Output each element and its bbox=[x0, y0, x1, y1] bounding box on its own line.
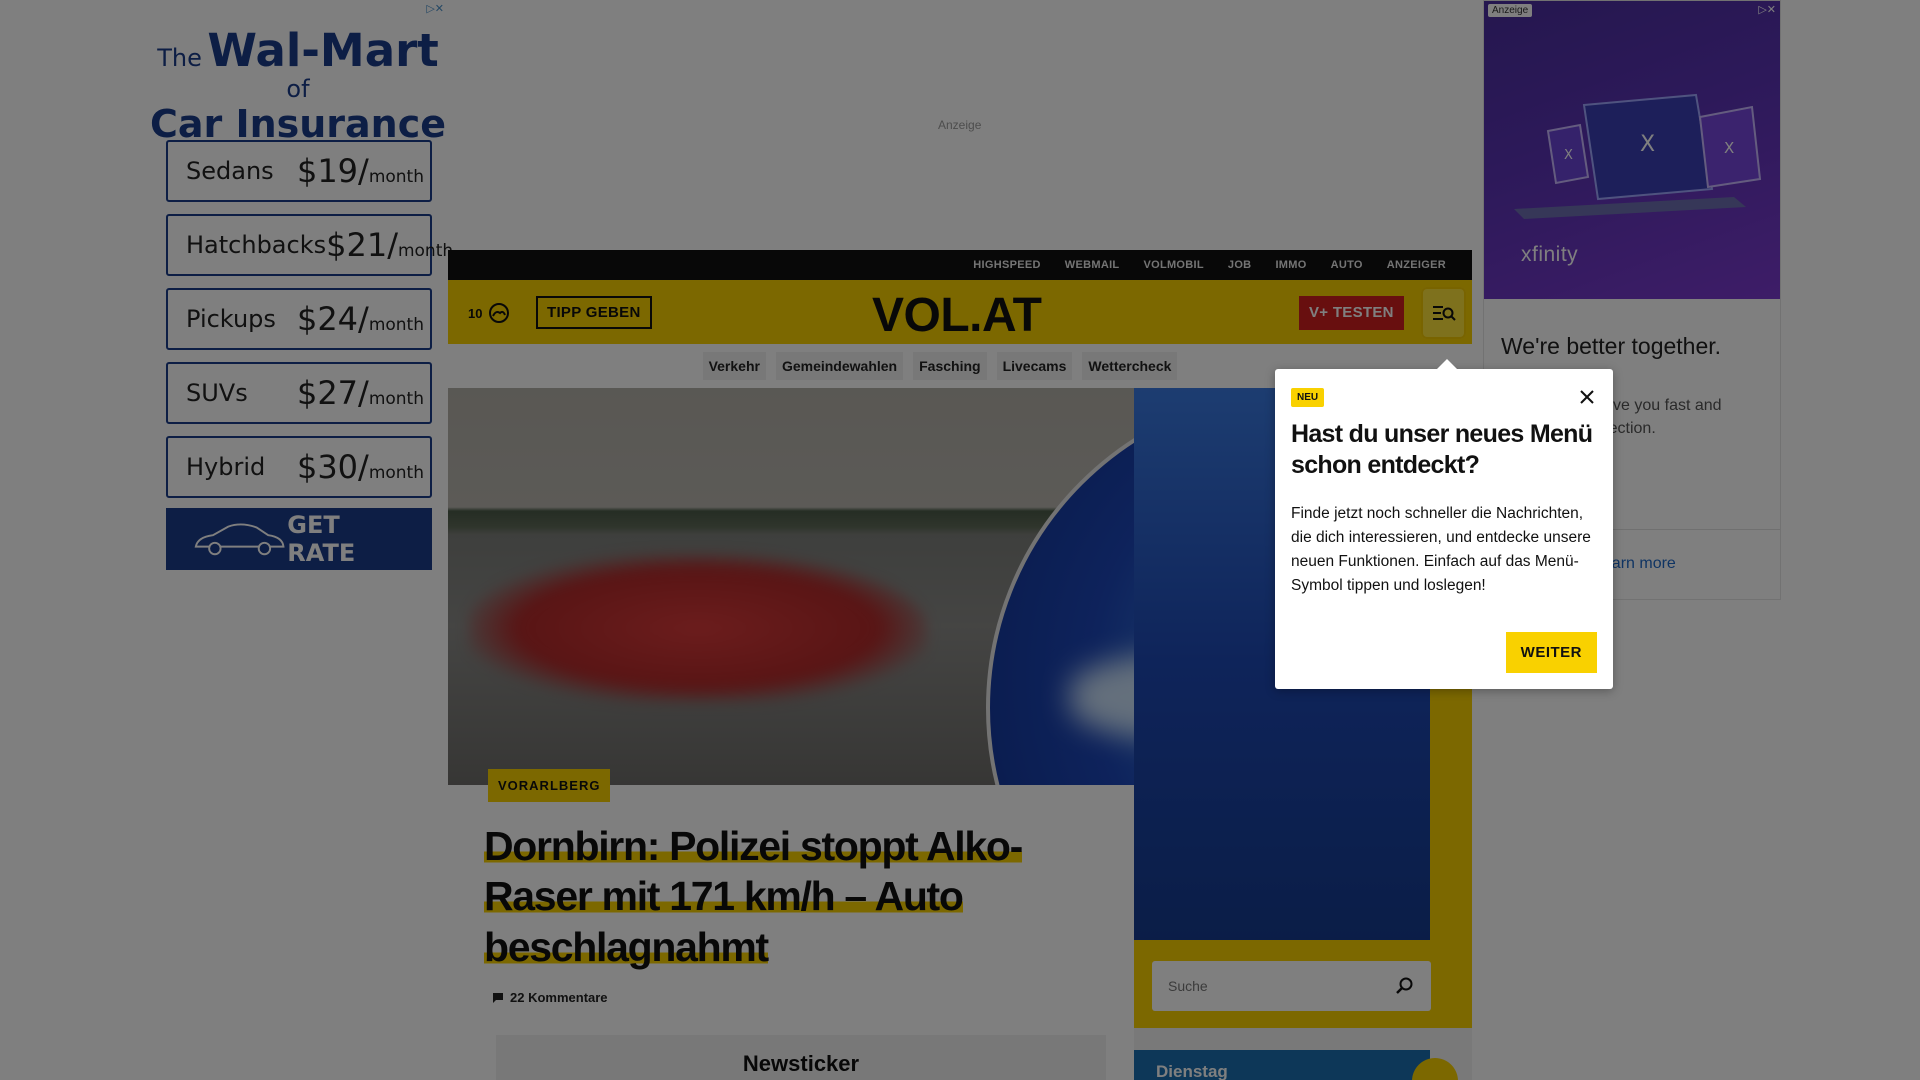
rate-period: month bbox=[368, 167, 424, 187]
close-icon[interactable] bbox=[1577, 387, 1597, 407]
get-rate-label: GET RATE bbox=[287, 511, 356, 567]
search-input[interactable]: Suche bbox=[1168, 978, 1208, 994]
service-link-highspeed[interactable]: HIGHSPEED bbox=[961, 259, 1053, 271]
rate-price: $19/ bbox=[296, 152, 369, 190]
rate-list: Sedans $19/month Hatchbacks $21/month Pick… bbox=[166, 140, 453, 510]
rate-price: $24/ bbox=[296, 300, 369, 338]
service-bar: HIGHSPEED WEBMAIL VOLMOBIL JOB IMMO AUTO… bbox=[448, 250, 1472, 280]
rate-label: SUVs bbox=[186, 379, 248, 407]
rate-option[interactable]: Hatchbacks $21/month bbox=[166, 214, 453, 276]
ad-headline-brand: Wal-Mart bbox=[207, 24, 439, 77]
rate-label: Pickups bbox=[186, 305, 276, 333]
get-rate-button[interactable]: GET RATE bbox=[166, 508, 432, 570]
rate-price: $27/ bbox=[296, 374, 369, 412]
rate-option[interactable]: SUVs $27/month bbox=[166, 362, 432, 424]
comment-icon bbox=[493, 992, 503, 1003]
weather-widget[interactable]: 10 bbox=[468, 302, 510, 324]
menu-search-icon bbox=[1432, 306, 1456, 321]
popover-title: Hast du unser neues Menü schon entdeckt? bbox=[1291, 420, 1593, 480]
menu-button[interactable] bbox=[1421, 287, 1466, 339]
service-link-auto[interactable]: AUTO bbox=[1319, 259, 1375, 271]
adchoices-icon[interactable]: ▷✕ bbox=[426, 2, 444, 15]
article-teaser[interactable]: VORARLBERG Dornbirn: Polizei stoppt Alko… bbox=[448, 769, 1134, 1080]
rate-label: Sedans bbox=[186, 157, 274, 185]
rate-price: $21/ bbox=[326, 226, 398, 264]
menu-onboarding-popover: NEU Hast du unser neues Menü schon entde… bbox=[1275, 359, 1613, 689]
ad-headline-pre: The bbox=[157, 44, 202, 72]
temperature: 10 bbox=[468, 305, 483, 321]
svg-text:X: X bbox=[1724, 139, 1734, 157]
rate-period: month bbox=[397, 241, 454, 261]
comments-count: 22 Kommentare bbox=[510, 990, 608, 1005]
rate-period: month bbox=[368, 463, 424, 483]
rate-option[interactable]: Sedans $19/month bbox=[166, 140, 432, 202]
service-link-immo[interactable]: IMMO bbox=[1263, 259, 1318, 271]
cloud-icon bbox=[489, 303, 510, 323]
popover-arrow bbox=[1437, 359, 1457, 369]
article-headline[interactable]: Dornbirn: Polizei stoppt Alko-Raser mit … bbox=[484, 821, 1104, 972]
service-link-anzeiger[interactable]: ANZEIGER bbox=[1375, 259, 1458, 271]
topic-fasching[interactable]: Fasching bbox=[913, 352, 987, 380]
topic-gemeindewahlen[interactable]: Gemeindewahlen bbox=[775, 352, 904, 380]
article-headline-text: Dornbirn: Polizei stoppt Alko-Raser mit … bbox=[484, 823, 1023, 970]
service-link-volmobil[interactable]: VOLMOBIL bbox=[1131, 259, 1215, 271]
topic-livecams[interactable]: Livecams bbox=[996, 352, 1073, 380]
popover-text: Finde jetzt noch schneller die Nachricht… bbox=[1291, 504, 1591, 595]
comments-link[interactable]: 22 Kommentare bbox=[492, 990, 608, 1005]
rate-period: month bbox=[368, 389, 424, 409]
car-icon bbox=[194, 523, 285, 556]
rate-option[interactable]: Hybrid $30/month bbox=[166, 436, 432, 498]
article-kicker[interactable]: VORARLBERG bbox=[488, 769, 611, 802]
day-card[interactable]: Dienstag bbox=[1134, 1050, 1430, 1080]
ad-label-top: Anzeige bbox=[938, 118, 982, 132]
ad-headline-post: of bbox=[286, 75, 310, 104]
ad-brand: xfinity bbox=[1521, 243, 1579, 266]
rate-price: $30/ bbox=[296, 448, 369, 486]
search-icon[interactable] bbox=[1395, 976, 1415, 996]
ad-headline: The Wal-Mart of Car Insurance bbox=[149, 24, 447, 146]
topic-wettercheck[interactable]: Wettercheck bbox=[1082, 352, 1178, 380]
service-link-webmail[interactable]: WEBMAIL bbox=[1053, 259, 1132, 271]
topic-verkehr[interactable]: Verkehr bbox=[702, 352, 766, 380]
ad-tagline: We're better together. bbox=[1501, 333, 1722, 359]
service-link-job[interactable]: JOB bbox=[1216, 259, 1264, 271]
main-header: 10 TIPP GEBEN VOL.AT V+ TESTEN bbox=[448, 280, 1472, 344]
site-logo[interactable]: VOL.AT bbox=[872, 288, 1042, 343]
svg-text:X: X bbox=[1564, 148, 1573, 163]
rate-label: Hybrid bbox=[186, 453, 266, 481]
rate-option[interactable]: Pickups $24/month bbox=[166, 288, 432, 350]
devices-illustration: X X X bbox=[1514, 93, 1762, 219]
ad-visual: Anzeige ▷✕ X X X xfinity bbox=[1484, 1, 1780, 299]
svg-text:X: X bbox=[1640, 132, 1655, 157]
ad-car-insurance[interactable]: ▷✕ The Wal-Mart of Car Insurance Sedans $… bbox=[149, 0, 453, 598]
rate-label: Hatchbacks bbox=[186, 231, 327, 259]
new-badge: NEU bbox=[1291, 388, 1325, 407]
tipp-geben-button[interactable]: TIPP GEBEN bbox=[536, 296, 652, 329]
weiter-button[interactable]: WEITER bbox=[1505, 632, 1597, 673]
vplus-testen-button[interactable]: V+ TESTEN bbox=[1299, 296, 1404, 330]
rate-period: month bbox=[368, 315, 424, 335]
hero-car bbox=[468, 553, 928, 703]
newsticker-header: Newsticker bbox=[496, 1035, 1106, 1080]
search-box[interactable]: Suche bbox=[1152, 961, 1431, 1011]
